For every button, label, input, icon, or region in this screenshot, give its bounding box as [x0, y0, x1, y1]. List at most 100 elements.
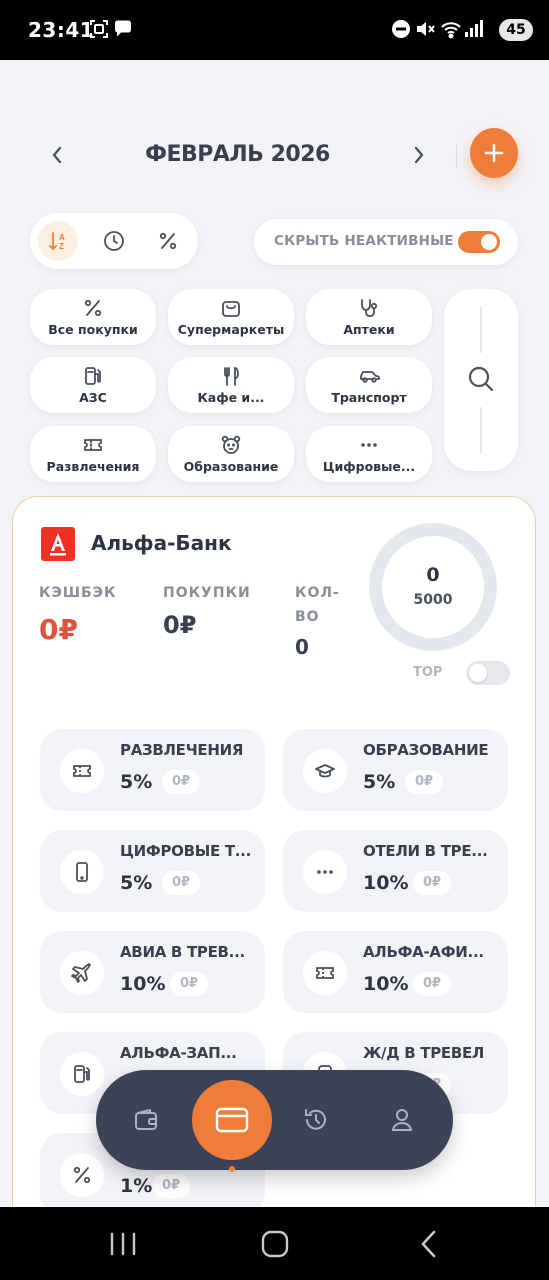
cashback-value: 0₽: [39, 613, 78, 646]
chip-education[interactable]: Образование: [168, 426, 294, 482]
car-icon: [360, 371, 380, 383]
category-name: РАЗВЛЕЧЕНИЯ: [120, 741, 244, 759]
chevron-left-icon[interactable]: [42, 140, 72, 170]
chip-gas-stations[interactable]: АЗС: [30, 357, 156, 413]
category-percent: 5%: [120, 771, 153, 793]
chip-transport[interactable]: Транспорт: [306, 357, 432, 413]
system-navigation-bar: [0, 1207, 549, 1280]
dots-icon: [361, 443, 377, 447]
fuel-pump-icon: [85, 367, 101, 385]
cashback-category-card[interactable]: ОБРАЗОВАНИЕ 5% 0₽: [283, 729, 508, 811]
count-value: 0: [295, 635, 309, 659]
recent-apps-icon[interactable]: [108, 1229, 138, 1259]
bear-icon: [221, 435, 241, 454]
percent-icon: [84, 299, 102, 317]
chip-label: Супермаркеты: [177, 322, 285, 337]
nav-wallet[interactable]: [124, 1098, 168, 1142]
cashback-category-card[interactable]: РАЗВЛЕЧЕНИЯ 5% 0₽: [40, 729, 265, 811]
ticket-icon: [84, 439, 102, 451]
dots-icon: [317, 870, 333, 874]
add-button[interactable]: [470, 128, 518, 178]
nav-cards[interactable]: [192, 1080, 272, 1160]
hide-inactive-label: СКРЫТЬ НЕАКТИВНЫЕ: [274, 233, 454, 249]
category-percent: 10%: [363, 872, 409, 894]
svg-text:Z: Z: [59, 242, 64, 251]
month-title: ФЕВРАЛЬ 2026: [145, 142, 330, 167]
stethoscope-icon: [361, 299, 378, 317]
hide-inactive-toggle[interactable]: СКРЫТЬ НЕАКТИВНЫЕ: [254, 219, 518, 265]
purchases-value: 0₽: [163, 611, 197, 639]
chip-digital[interactable]: Цифровые...: [306, 426, 432, 482]
chip-cafes[interactable]: Кафе и...: [168, 357, 294, 413]
cashback-category-card[interactable]: ОТЕЛИ В ТРЕ... 10% 0₽: [283, 830, 508, 912]
mute-icon: [417, 22, 435, 36]
sort-group: AZ: [30, 213, 198, 269]
clock-icon: [104, 231, 124, 251]
cashback-category-card[interactable]: АЛЬФА-АФИ... 10% 0₽: [283, 931, 508, 1013]
chat-icon: [115, 20, 131, 37]
category-name: АВИА В ТРЕВ...: [120, 943, 245, 961]
alfa-bank-logo: [41, 527, 75, 561]
cashback-category-card[interactable]: АВИА В ТРЕВ... 10% 0₽: [40, 931, 265, 1013]
plus-icon: [484, 143, 504, 163]
chip-label: Развлечения: [46, 459, 140, 474]
chip-label: Аптеки: [343, 322, 395, 337]
chip-entertainment[interactable]: Развлечения: [30, 426, 156, 482]
fuel-pump-icon: [74, 1065, 90, 1083]
category-percent: 1%: [120, 1175, 153, 1197]
progress-max: 5000: [413, 592, 453, 608]
category-name: АЛЬФА-АФИ...: [363, 943, 484, 961]
chip-supermarkets[interactable]: Супермаркеты: [168, 289, 294, 345]
phone-icon: [76, 862, 88, 882]
sort-az-button[interactable]: AZ: [38, 221, 78, 261]
app-screen: ФЕВРАЛЬ 2026 AZ СКРЫТЬ НЕАКТИВНЫЕ Все по…: [0, 60, 549, 1207]
bank-name: Альфа-Банк: [91, 531, 232, 555]
top-switch[interactable]: [466, 661, 510, 685]
hide-inactive-switch[interactable]: [458, 231, 500, 253]
card-icon: [215, 1107, 249, 1133]
category-name: Ж/Д В ТРЕВЕЛ: [363, 1044, 485, 1062]
category-name: ОТЕЛИ В ТРЕ...: [363, 842, 488, 860]
battery-indicator: 45: [499, 19, 533, 41]
cashback-category-card[interactable]: ЦИФРОВЫЕ Т... 5% 0₽: [40, 830, 265, 912]
category-amount: 0₽: [162, 770, 201, 794]
chip-label: Образование: [183, 459, 279, 474]
chip-label: АЗС: [79, 390, 107, 405]
sort-time-button[interactable]: [94, 221, 134, 261]
category-percent: 5%: [363, 771, 396, 793]
wifi-icon: [441, 22, 461, 39]
sort-az-icon: AZ: [49, 232, 65, 251]
chip-label: Цифровые...: [322, 459, 416, 474]
cutlery-icon: [224, 367, 239, 386]
signal-icon: [465, 20, 483, 37]
back-icon[interactable]: [414, 1229, 444, 1259]
shopping-bag-icon: [222, 301, 240, 317]
chevron-right-icon[interactable]: [404, 140, 434, 170]
chip-all-purchases[interactable]: Все покупки: [30, 289, 156, 345]
category-amount: 0₽: [152, 1174, 191, 1198]
cashback-progress-ring: 0 5000: [369, 523, 497, 651]
dnd-icon: [392, 20, 410, 38]
nav-profile[interactable]: [380, 1098, 424, 1142]
percent-icon: [73, 1166, 91, 1184]
bottom-navigation: [96, 1070, 453, 1172]
cashback-label: КЭШБЭК: [39, 585, 117, 601]
wallet-icon: [135, 1109, 157, 1130]
sort-percent-button[interactable]: [148, 221, 188, 261]
search-button[interactable]: [444, 289, 518, 471]
status-bar: 23:41 45: [0, 0, 549, 60]
month-navigation: ФЕВРАЛЬ 2026: [0, 130, 549, 180]
home-icon[interactable]: [260, 1229, 290, 1259]
nav-history[interactable]: [294, 1098, 338, 1142]
category-percent: 5%: [120, 872, 153, 894]
search-icon: [468, 366, 494, 392]
progress-value: 0: [426, 564, 440, 586]
search-pill-divider: [480, 407, 482, 453]
chip-pharmacies[interactable]: Аптеки: [306, 289, 432, 345]
category-amount: 0₽: [162, 871, 201, 895]
alfa-letter-icon: [50, 533, 66, 556]
category-amount: 0₽: [413, 972, 452, 996]
svg-text:A: A: [59, 233, 65, 242]
chip-label: Кафе и...: [197, 390, 265, 405]
count-label: КОЛ- ВО: [295, 585, 340, 625]
